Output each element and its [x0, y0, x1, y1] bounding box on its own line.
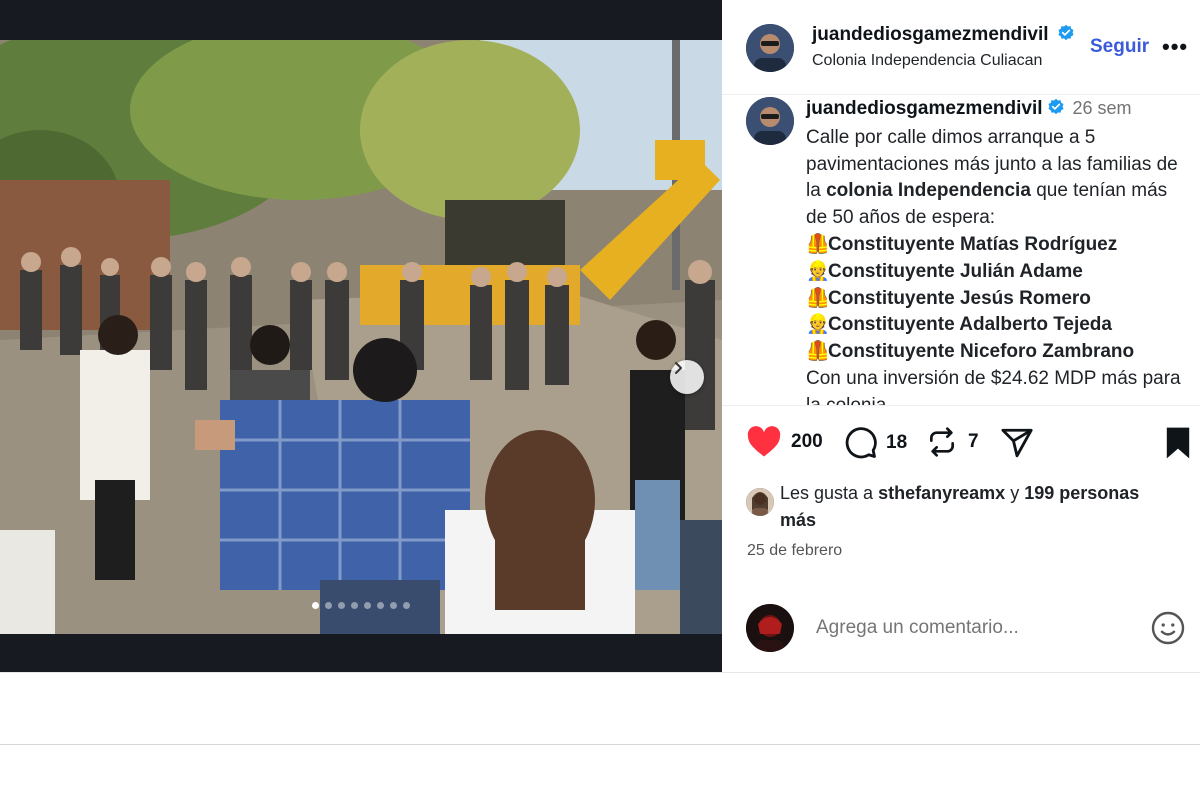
repost-count[interactable]: 7 — [968, 431, 979, 453]
construction-worker-icon: 👷 — [806, 260, 830, 282]
post-location[interactable]: Colonia Independencia Culiacan — [812, 52, 1042, 70]
caption-author-avatar[interactable] — [746, 97, 794, 145]
caption-street-name: Constituyente Matías Rodríguez — [828, 233, 1118, 255]
caption-street-item: 🦺Constituyente Niceforo Zambrano — [806, 339, 1186, 366]
post-actions: 200 18 7 Les gusta a sthefanyreamx y 199… — [722, 405, 1200, 674]
verified-badge-icon — [1057, 24, 1075, 47]
caption-street-item: 👷Constituyente Julián Adame — [806, 259, 1186, 286]
save-button[interactable] — [1164, 426, 1192, 460]
carousel-dot — [325, 602, 332, 609]
divider — [0, 672, 1200, 673]
post-header: juandediosgamezmendivil Seguir ••• Colon… — [722, 0, 1200, 95]
post-photo-illustration — [0, 40, 722, 634]
caption-author-avatar-icon — [746, 97, 794, 145]
safety-vest-icon: 🦺 — [806, 341, 830, 363]
carousel-dot — [403, 602, 410, 609]
caption-street-name: Constituyente Julián Adame — [828, 260, 1083, 282]
safety-vest-icon: 🦺 — [806, 233, 830, 255]
liker-avatar-icon — [746, 488, 774, 516]
smiley-icon — [1151, 611, 1185, 645]
caption-street-name: Constituyente Adalberto Tejeda — [828, 314, 1112, 336]
carousel-dot — [390, 602, 397, 609]
more-options-icon[interactable]: ••• — [1162, 34, 1188, 60]
liker-avatar[interactable] — [746, 488, 774, 516]
carousel-next-button[interactable] — [670, 360, 704, 394]
carousel-indicator — [0, 602, 722, 609]
bookmark-filled-icon — [1166, 427, 1190, 459]
verified-badge-icon — [1047, 98, 1065, 125]
carousel-dot — [312, 602, 319, 609]
caption-street-item: 👷Constituyente Adalberto Tejeda — [806, 312, 1186, 339]
caption-header-row: juandediosgamezmendivil 26 sem — [806, 95, 1186, 125]
author-avatar-icon — [746, 24, 794, 72]
repost-icon — [930, 427, 954, 457]
divider — [0, 744, 1200, 745]
caption-street-item: 🦺Constituyente Jesús Romero — [806, 286, 1186, 313]
comment-input[interactable] — [814, 616, 1108, 640]
comment-bubble-icon — [845, 427, 877, 459]
comment-button[interactable]: 18 — [844, 426, 907, 460]
likes-summary: Les gusta a sthefanyreamx y 199 personas… — [780, 480, 1180, 534]
header-username-row: juandediosgamezmendivil — [812, 24, 1075, 47]
caption-body: Calle por calle dimos arranque a 5 pavim… — [806, 125, 1186, 232]
caption-username[interactable]: juandediosgamezmendivil — [806, 98, 1043, 119]
caption-street-name: Constituyente Jesús Romero — [828, 287, 1091, 309]
post-caption: juandediosgamezmendivil 26 sem Calle por … — [806, 95, 1186, 405]
caption-street-item: 🦺Constituyente Matías Rodríguez — [806, 232, 1186, 259]
heart-filled-icon — [747, 426, 781, 457]
caption-street-list: 🦺Constituyente Matías Rodríguez 👷Constitu… — [806, 232, 1186, 366]
caption-street-name: Constituyente Niceforo Zambrano — [828, 341, 1135, 363]
liker-username[interactable]: sthefanyreamx — [878, 483, 1005, 503]
safety-vest-icon: 🦺 — [806, 287, 830, 309]
comment-composer — [722, 602, 1200, 652]
chevron-right-icon — [675, 362, 682, 374]
post-media-panel — [0, 0, 722, 672]
like-count[interactable]: 200 — [791, 431, 823, 453]
carousel-dot — [364, 602, 371, 609]
likes-joiner: y — [1010, 483, 1020, 503]
send-icon — [1001, 428, 1033, 458]
caption-outro: Con una inversión de $24.62 MDP más para… — [806, 367, 1181, 405]
caption-time[interactable]: 26 sem — [1073, 98, 1132, 118]
comment-count[interactable]: 18 — [886, 432, 907, 454]
caption-scroll-area[interactable]: juandediosgamezmendivil 26 sem Calle por … — [722, 95, 1200, 405]
post-photo[interactable] — [0, 40, 722, 634]
author-username[interactable]: juandediosgamezmendivil — [812, 24, 1049, 45]
post-date[interactable]: 25 de febrero — [747, 542, 842, 560]
current-user-avatar-icon — [746, 604, 794, 652]
repost-button[interactable]: 7 — [926, 426, 979, 458]
carousel-dot — [351, 602, 358, 609]
construction-worker-icon: 👷 — [806, 314, 830, 336]
author-avatar[interactable] — [746, 24, 794, 72]
carousel-dot — [377, 602, 384, 609]
emoji-picker-button[interactable] — [1150, 610, 1186, 651]
follow-button[interactable]: Seguir — [1090, 36, 1149, 58]
likes-prefix: Les gusta a — [780, 483, 874, 503]
like-button[interactable]: 200 — [746, 426, 823, 458]
current-user-avatar[interactable] — [746, 604, 794, 652]
caption-intro-bold: colonia Independencia — [826, 180, 1031, 202]
carousel-dot — [338, 602, 345, 609]
post-details-panel: juandediosgamezmendivil Seguir ••• Colon… — [722, 0, 1200, 672]
share-button[interactable] — [1000, 426, 1034, 460]
